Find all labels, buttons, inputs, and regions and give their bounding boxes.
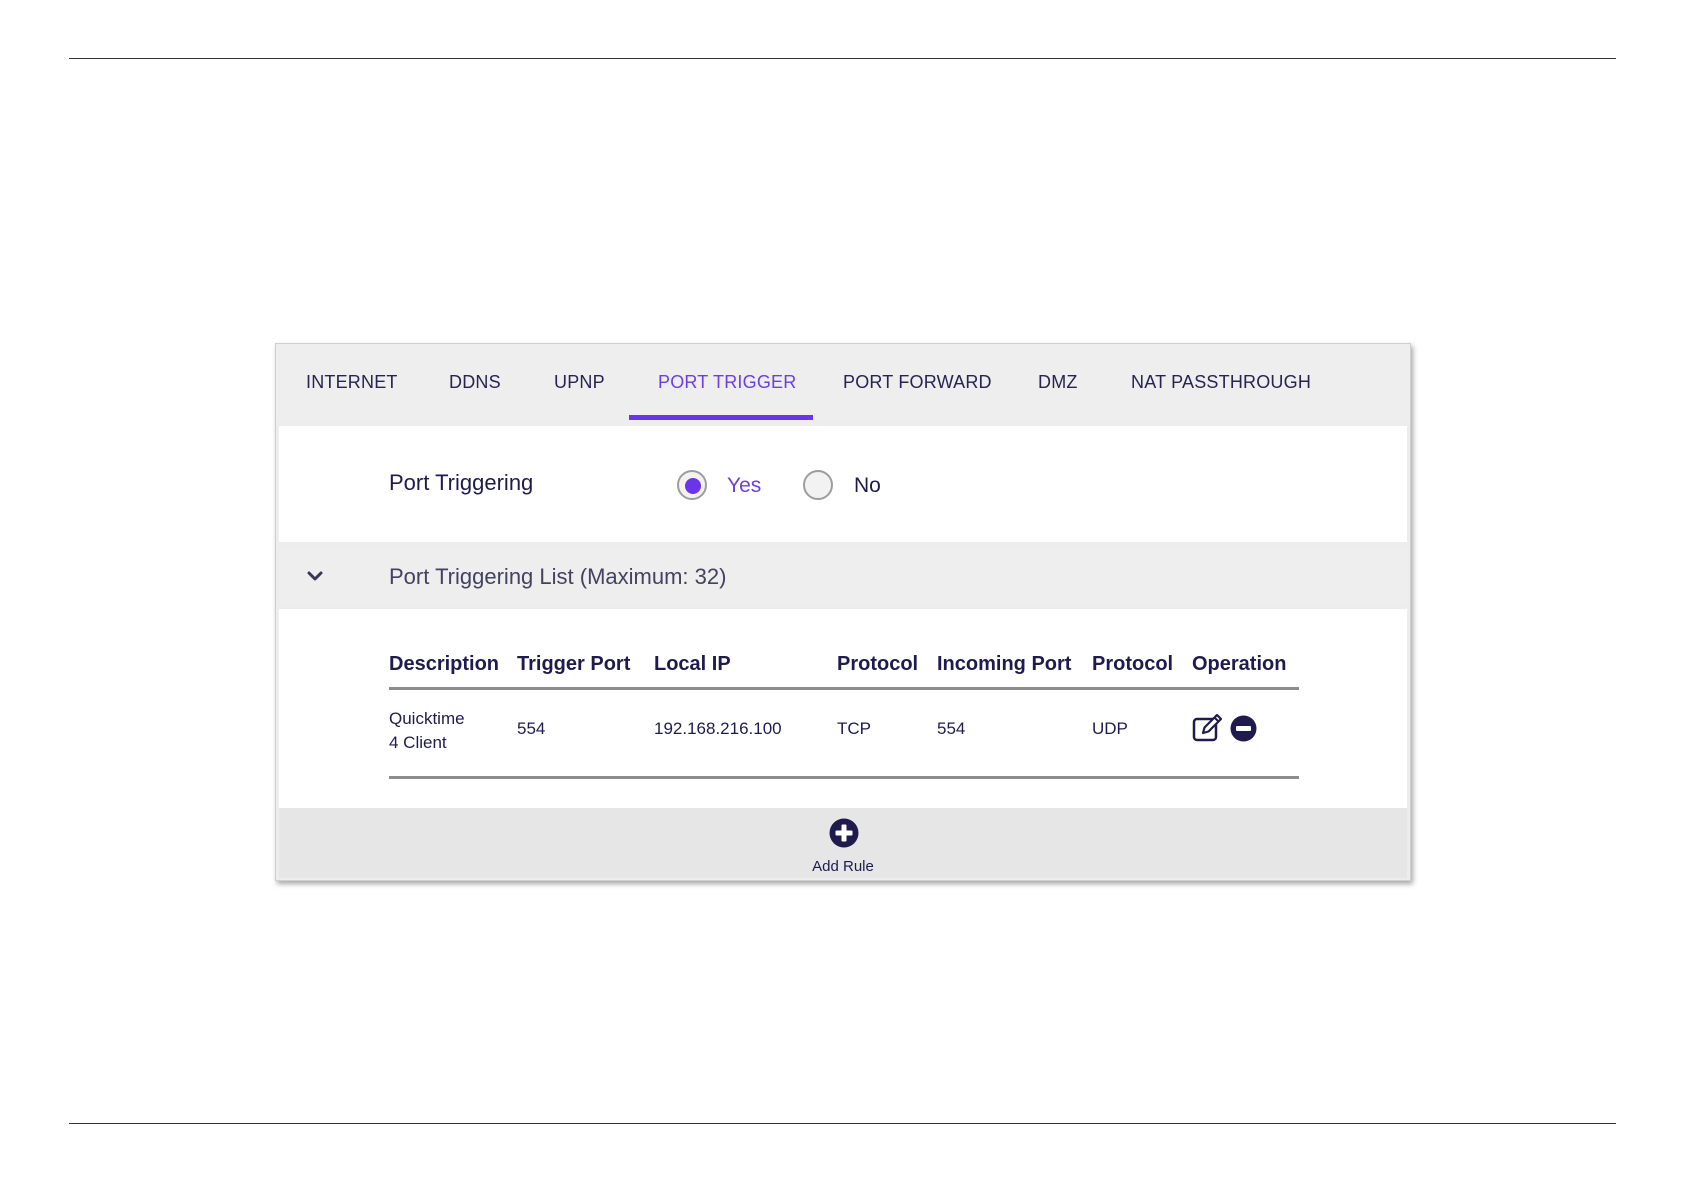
cell-trigger-protocol: TCP xyxy=(837,719,871,738)
cell-description: Quicktime 4 Client xyxy=(389,707,465,755)
radio-yes[interactable] xyxy=(677,470,707,500)
description-line-2: 4 Client xyxy=(389,733,447,752)
edit-icon[interactable] xyxy=(1192,713,1224,743)
plus-circle-icon[interactable] xyxy=(829,818,859,848)
column-header-incoming-protocol: Protocol xyxy=(1092,653,1174,675)
cell-local-ip: 192.168.216.100 xyxy=(654,719,782,738)
remove-icon[interactable] xyxy=(1230,715,1257,742)
table-header-divider xyxy=(389,687,1299,690)
column-header-protocol: Protocol xyxy=(837,653,919,675)
description-line-1: Quicktime xyxy=(389,709,465,728)
cell-incoming-port: 554 xyxy=(937,719,966,738)
table-row-divider xyxy=(389,776,1299,779)
tab-ddns[interactable]: DDNS xyxy=(449,344,501,420)
radio-yes-label[interactable]: Yes xyxy=(727,474,761,498)
radio-no[interactable] xyxy=(803,470,833,500)
add-rule-button[interactable]: Add Rule xyxy=(803,816,883,876)
tab-internet[interactable]: INTERNET xyxy=(306,344,398,420)
column-header-description: Description xyxy=(389,653,500,675)
cell-incoming-protocol: UDP xyxy=(1092,719,1128,738)
tab-port-forward[interactable]: PORT FORWARD xyxy=(843,344,992,420)
radio-selected-dot xyxy=(685,478,701,494)
column-header-operation: Operation xyxy=(1192,653,1287,675)
tab-nat-passthrough[interactable]: NAT PASSTHROUGH xyxy=(1131,344,1311,420)
tab-upnp[interactable]: UPNP xyxy=(554,344,605,420)
list-title: Port Triggering List (Maximum: 32) xyxy=(389,564,727,589)
add-rule-footer: Add Rule xyxy=(279,808,1407,878)
tab-dmz[interactable]: DMZ xyxy=(1038,344,1078,420)
cell-trigger-port: 554 xyxy=(517,719,546,738)
radio-no-label[interactable]: No xyxy=(854,474,881,498)
add-rule-label[interactable]: Add Rule xyxy=(803,858,883,875)
port-triggering-table: Description Trigger Port Local IP Protoc… xyxy=(279,609,1407,809)
column-header-local-ip: Local IP xyxy=(654,653,731,675)
chevron-down-icon[interactable] xyxy=(303,564,327,588)
tab-bar: INTERNET DDNS UPNP PORT TRIGGER PORT FOR… xyxy=(276,344,1410,420)
top-divider xyxy=(69,58,1616,59)
active-tab-indicator xyxy=(629,415,813,420)
bottom-divider xyxy=(69,1123,1616,1124)
port-triggering-label: Port Triggering xyxy=(389,470,534,495)
port-triggering-list-header[interactable]: Port Triggering List (Maximum: 32) xyxy=(279,548,1407,604)
column-header-incoming-port: Incoming Port xyxy=(937,653,1072,675)
tab-port-trigger[interactable]: PORT TRIGGER xyxy=(658,344,796,420)
column-header-trigger-port: Trigger Port xyxy=(517,653,631,675)
port-triggering-toggle-section: Port Triggering Yes No xyxy=(279,426,1407,542)
port-trigger-panel: INTERNET DDNS UPNP PORT TRIGGER PORT FOR… xyxy=(275,343,1411,881)
